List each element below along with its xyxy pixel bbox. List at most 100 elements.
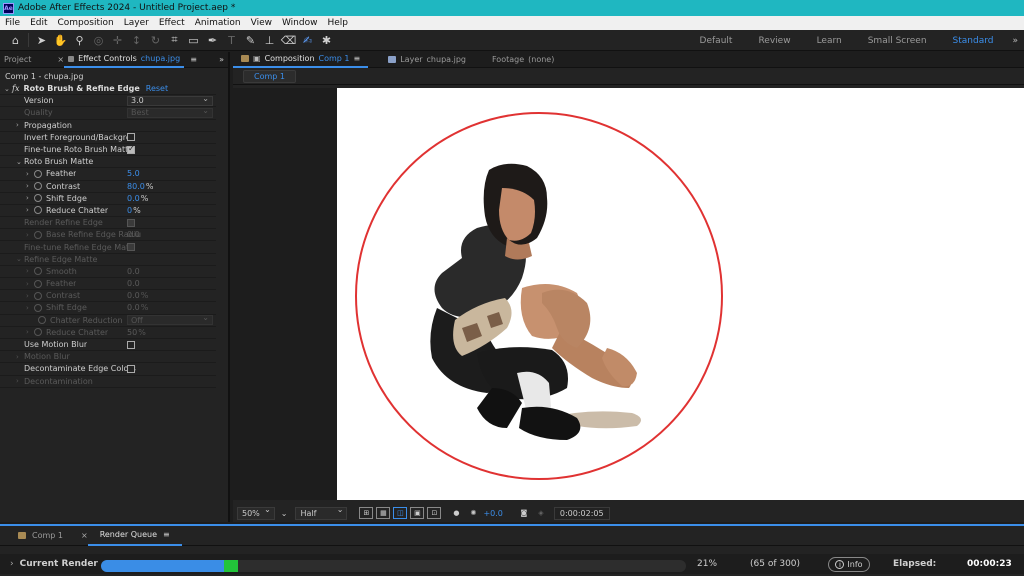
zoom-tool-icon[interactable]: ⚲	[70, 31, 89, 50]
composition-canvas[interactable]	[337, 88, 1024, 500]
composition-viewer[interactable]	[233, 88, 1024, 500]
param-version[interactable]: Version 3.0	[0, 94, 216, 108]
fast-preview-icon[interactable]: ⊞	[359, 507, 374, 519]
chevron-down-icon[interactable]: ⌄	[4, 85, 12, 93]
pen-tool-icon[interactable]: ✒	[203, 31, 222, 50]
tab-timeline-comp[interactable]: Comp 1	[6, 531, 75, 540]
tab-render-queue[interactable]: Render Queue ≡	[87, 526, 182, 546]
param-finetune[interactable]: Fine-tune Roto Brush Matte	[0, 144, 216, 157]
menu-view[interactable]: View	[246, 18, 277, 28]
puppet-pin-icon[interactable]: ✱	[317, 31, 336, 50]
group-propagation[interactable]: › Propagation	[0, 120, 216, 132]
param-use-motion-blur[interactable]: Use Motion Blur	[0, 339, 216, 352]
feather-value[interactable]: 5.0	[127, 169, 140, 178]
menu-layer[interactable]: Layer	[119, 18, 154, 28]
transparency-grid-icon[interactable]: ▦	[376, 507, 391, 519]
workspace-standard[interactable]: Standard	[940, 36, 1007, 46]
contrast-value[interactable]: 80.0	[127, 182, 145, 191]
expand-panel-icon[interactable]: »	[219, 55, 224, 64]
panel-menu-icon[interactable]: ≡	[190, 55, 197, 64]
param-shift-edge[interactable]: › Shift Edge 0.0%	[0, 193, 216, 205]
pan-camera-icon[interactable]: ✛	[108, 31, 127, 50]
group-roto-matte[interactable]: ⌄ Roto Brush Matte	[0, 156, 216, 169]
tab-effect-controls[interactable]: Effect Controls chupa.jpg	[64, 52, 185, 68]
version-dropdown[interactable]: 3.0	[127, 94, 213, 106]
shift-edge-value[interactable]: 0.0	[127, 194, 140, 203]
reduce-chatter-value[interactable]: 0	[127, 206, 132, 215]
guides-icon[interactable]: ⊡	[427, 507, 442, 519]
more-workspaces-icon[interactable]: »	[1006, 36, 1024, 46]
brush-tool-icon[interactable]: ✎	[241, 31, 260, 50]
panel-menu-icon[interactable]: ≡	[354, 54, 361, 63]
rectangle-tool-icon[interactable]: ▭	[184, 31, 203, 50]
current-time[interactable]: 0:00:02:05	[553, 506, 610, 520]
exposure-reset-icon[interactable]: ✺	[466, 507, 480, 519]
menu-effect[interactable]: Effect	[154, 18, 190, 28]
fx-icon[interactable]: fx	[12, 84, 19, 93]
chevron-right-icon[interactable]: ›	[26, 206, 34, 214]
workspace-review[interactable]: Review	[745, 36, 803, 46]
color-channels-icon[interactable]: ●	[449, 507, 463, 519]
show-snapshot-icon[interactable]: ◈	[534, 507, 548, 519]
menu-edit[interactable]: Edit	[25, 18, 52, 28]
clone-stamp-icon[interactable]: ⊥	[260, 31, 279, 50]
snapshot-icon[interactable]: ◙	[517, 507, 531, 519]
decontaminate-checkbox[interactable]	[127, 364, 135, 373]
menu-animation[interactable]: Animation	[190, 18, 246, 28]
invert-checkbox[interactable]	[127, 133, 135, 142]
chevron-right-icon[interactable]: ›	[16, 121, 24, 129]
chevron-right-icon[interactable]: ›	[26, 194, 34, 202]
orbit-camera-icon[interactable]: ◎	[89, 31, 108, 50]
region-of-interest-icon[interactable]: ▣	[410, 507, 425, 519]
home-icon[interactable]: ⌂	[6, 31, 25, 50]
selection-tool-icon[interactable]: ➤	[32, 31, 51, 50]
lock-icon[interactable]: ▣	[253, 54, 261, 63]
exposure-value[interactable]: +0.0	[483, 509, 502, 518]
finetune-checkbox[interactable]	[127, 144, 135, 154]
menu-window[interactable]: Window	[277, 18, 323, 28]
close-icon[interactable]: ×	[81, 531, 88, 540]
zoom-dropdown[interactable]: 50%	[237, 505, 275, 520]
pan-behind-icon[interactable]: ⌗	[165, 31, 184, 50]
tab-composition[interactable]: ▣ Composition Comp 1 ≡	[233, 52, 369, 68]
stopwatch-icon[interactable]	[34, 182, 42, 191]
param-contrast[interactable]: › Contrast 80.0%	[0, 181, 216, 193]
close-icon[interactable]: ×	[57, 55, 64, 64]
chevron-down-icon[interactable]: ⌄	[16, 158, 24, 166]
reduce-chatter-refine-value: 50	[127, 327, 138, 337]
use-motion-blur-checkbox[interactable]	[127, 340, 135, 349]
panel-menu-icon[interactable]: ≡	[163, 530, 170, 539]
stopwatch-icon[interactable]	[34, 169, 42, 178]
stopwatch-icon[interactable]	[34, 194, 42, 203]
effect-row-roto-brush[interactable]: ⌄ fx Roto Brush & Refine Edge Reset	[0, 83, 216, 96]
tab-footage[interactable]: Footage (none)	[484, 55, 562, 64]
menu-composition[interactable]: Composition	[53, 18, 119, 28]
mask-visibility-icon[interactable]: ◫	[393, 507, 408, 519]
resolution-dropdown[interactable]: Half	[295, 505, 348, 520]
workspace-small-screen[interactable]: Small Screen	[855, 36, 940, 46]
dolly-camera-icon[interactable]: ↕	[127, 31, 146, 50]
chevron-right-icon[interactable]: ›	[26, 170, 34, 178]
param-invert[interactable]: Invert Foreground/Backgro	[0, 132, 216, 144]
hand-tool-icon[interactable]: ✋	[51, 31, 70, 50]
workspace-default[interactable]: Default	[687, 36, 746, 46]
workspace-learn[interactable]: Learn	[804, 36, 855, 46]
tab-project[interactable]: Project	[0, 55, 35, 64]
tab-layer[interactable]: Layer chupa.jpg	[380, 55, 474, 64]
chevron-down-icon[interactable]: ⌄	[281, 509, 288, 518]
chevron-right-icon[interactable]: ›	[10, 559, 14, 569]
info-button[interactable]: i Info	[828, 557, 870, 572]
param-feather[interactable]: › Feather 5.0	[0, 168, 216, 181]
rotate-tool-icon[interactable]: ↻	[146, 31, 165, 50]
eraser-tool-icon[interactable]: ⌫	[279, 31, 298, 50]
stopwatch-icon[interactable]	[34, 206, 42, 215]
menu-help[interactable]: Help	[322, 18, 353, 28]
comp-subtab[interactable]: Comp 1	[243, 69, 296, 83]
param-reduce-chatter[interactable]: › Reduce Chatter 0%	[0, 205, 216, 218]
chevron-right-icon[interactable]: ›	[26, 182, 34, 190]
roto-brush-icon[interactable]: ✍	[298, 31, 317, 50]
type-tool-icon[interactable]: T	[222, 31, 241, 50]
reset-link[interactable]: Reset	[146, 84, 168, 93]
param-decontaminate[interactable]: Decontaminate Edge Colors	[0, 363, 216, 376]
menu-file[interactable]: File	[0, 18, 25, 28]
